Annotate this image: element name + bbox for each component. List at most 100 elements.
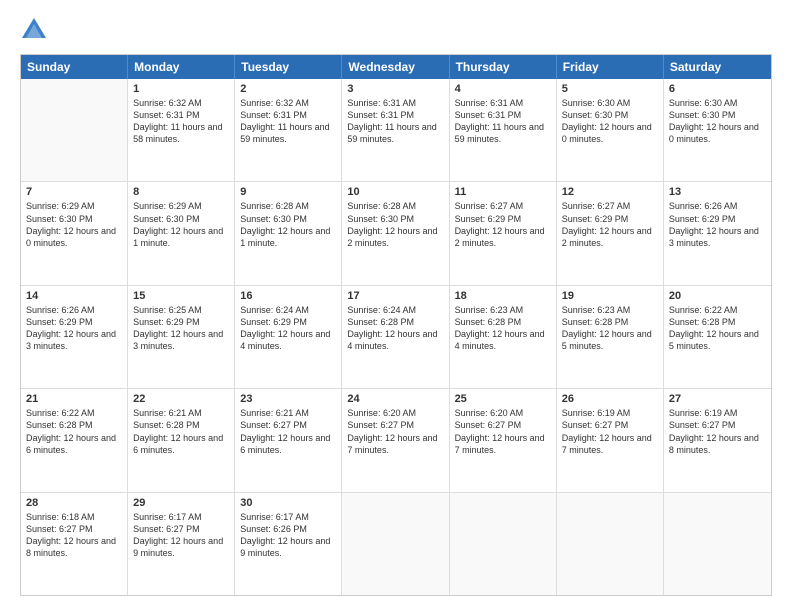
day-cell-7: 7 Sunrise: 6:29 AM Sunset: 6:30 PM Daylig…	[21, 182, 128, 284]
cell-info: Sunrise: 6:21 AM Sunset: 6:28 PM Dayligh…	[133, 407, 229, 456]
cell-info: Sunrise: 6:18 AM Sunset: 6:27 PM Dayligh…	[26, 511, 122, 560]
day-number: 5	[562, 83, 658, 95]
day-number: 10	[347, 186, 443, 198]
empty-cell	[664, 493, 771, 595]
day-cell-4: 4 Sunrise: 6:31 AM Sunset: 6:31 PM Daylig…	[450, 79, 557, 181]
cell-info: Sunrise: 6:22 AM Sunset: 6:28 PM Dayligh…	[669, 304, 766, 353]
cell-info: Sunrise: 6:20 AM Sunset: 6:27 PM Dayligh…	[347, 407, 443, 456]
cell-info: Sunrise: 6:19 AM Sunset: 6:27 PM Dayligh…	[562, 407, 658, 456]
cell-info: Sunrise: 6:27 AM Sunset: 6:29 PM Dayligh…	[455, 200, 551, 249]
cell-info: Sunrise: 6:24 AM Sunset: 6:29 PM Dayligh…	[240, 304, 336, 353]
day-cell-24: 24 Sunrise: 6:20 AM Sunset: 6:27 PM Dayli…	[342, 389, 449, 491]
header-day-sunday: Sunday	[21, 55, 128, 79]
day-number: 11	[455, 186, 551, 198]
empty-cell	[557, 493, 664, 595]
day-cell-13: 13 Sunrise: 6:26 AM Sunset: 6:29 PM Dayli…	[664, 182, 771, 284]
day-number: 18	[455, 290, 551, 302]
day-cell-20: 20 Sunrise: 6:22 AM Sunset: 6:28 PM Dayli…	[664, 286, 771, 388]
day-number: 20	[669, 290, 766, 302]
day-number: 26	[562, 393, 658, 405]
day-cell-1: 1 Sunrise: 6:32 AM Sunset: 6:31 PM Daylig…	[128, 79, 235, 181]
day-number: 7	[26, 186, 122, 198]
day-number: 6	[669, 83, 766, 95]
day-number: 2	[240, 83, 336, 95]
day-cell-25: 25 Sunrise: 6:20 AM Sunset: 6:27 PM Dayli…	[450, 389, 557, 491]
cell-info: Sunrise: 6:26 AM Sunset: 6:29 PM Dayligh…	[669, 200, 766, 249]
cell-info: Sunrise: 6:19 AM Sunset: 6:27 PM Dayligh…	[669, 407, 766, 456]
day-cell-15: 15 Sunrise: 6:25 AM Sunset: 6:29 PM Dayli…	[128, 286, 235, 388]
day-number: 4	[455, 83, 551, 95]
day-cell-12: 12Sunrise: 6:27 AM Sunset: 6:29 PM Dayli…	[557, 182, 664, 284]
cell-info: Sunrise: 6:28 AM Sunset: 6:30 PM Dayligh…	[347, 200, 443, 249]
cell-info: Sunrise: 6:29 AM Sunset: 6:30 PM Dayligh…	[133, 200, 229, 249]
day-cell-5: 5 Sunrise: 6:30 AM Sunset: 6:30 PM Daylig…	[557, 79, 664, 181]
day-cell-10: 10 Sunrise: 6:28 AM Sunset: 6:30 PM Dayli…	[342, 182, 449, 284]
day-number: 30	[240, 497, 336, 509]
cell-info: Sunrise: 6:21 AM Sunset: 6:27 PM Dayligh…	[240, 407, 336, 456]
cell-info: Sunrise: 6:31 AM Sunset: 6:31 PM Dayligh…	[455, 97, 551, 146]
day-number: 12	[562, 186, 658, 198]
empty-cell	[342, 493, 449, 595]
cell-info: Sunrise: 6:23 AM Sunset: 6:28 PM Dayligh…	[455, 304, 551, 353]
calendar: SundayMondayTuesdayWednesdayThursdayFrid…	[20, 54, 772, 596]
day-number: 21	[26, 393, 122, 405]
calendar-header: SundayMondayTuesdayWednesdayThursdayFrid…	[21, 55, 771, 79]
day-number: 24	[347, 393, 443, 405]
calendar-week-1: 1 Sunrise: 6:32 AM Sunset: 6:31 PM Daylig…	[21, 79, 771, 182]
day-cell-14: 14 Sunrise: 6:26 AM Sunset: 6:29 PM Dayli…	[21, 286, 128, 388]
day-cell-9: 9 Sunrise: 6:28 AM Sunset: 6:30 PM Daylig…	[235, 182, 342, 284]
day-number: 1	[133, 83, 229, 95]
header-day-saturday: Saturday	[664, 55, 771, 79]
day-cell-22: 22 Sunrise: 6:21 AM Sunset: 6:28 PM Dayli…	[128, 389, 235, 491]
day-number: 8	[133, 186, 229, 198]
calendar-week-3: 14 Sunrise: 6:26 AM Sunset: 6:29 PM Dayli…	[21, 286, 771, 389]
cell-info: Sunrise: 6:30 AM Sunset: 6:30 PM Dayligh…	[669, 97, 766, 146]
day-number: 9	[240, 186, 336, 198]
day-number: 13	[669, 186, 766, 198]
cell-info: Sunrise: 6:23 AM Sunset: 6:28 PM Dayligh…	[562, 304, 658, 353]
day-cell-29: 29Sunrise: 6:17 AM Sunset: 6:27 PM Dayli…	[128, 493, 235, 595]
calendar-week-2: 7 Sunrise: 6:29 AM Sunset: 6:30 PM Daylig…	[21, 182, 771, 285]
day-cell-19: 19 Sunrise: 6:23 AM Sunset: 6:28 PM Dayli…	[557, 286, 664, 388]
header-day-tuesday: Tuesday	[235, 55, 342, 79]
calendar-body: 1 Sunrise: 6:32 AM Sunset: 6:31 PM Daylig…	[21, 79, 771, 595]
empty-cell	[450, 493, 557, 595]
day-number: 22	[133, 393, 229, 405]
cell-info: Sunrise: 6:22 AM Sunset: 6:28 PM Dayligh…	[26, 407, 122, 456]
day-number: 17	[347, 290, 443, 302]
header	[20, 16, 772, 44]
cell-info: Sunrise: 6:30 AM Sunset: 6:30 PM Dayligh…	[562, 97, 658, 146]
day-cell-18: 18 Sunrise: 6:23 AM Sunset: 6:28 PM Dayli…	[450, 286, 557, 388]
day-number: 15	[133, 290, 229, 302]
logo-icon	[20, 16, 48, 44]
calendar-week-5: 28Sunrise: 6:18 AM Sunset: 6:27 PM Dayli…	[21, 493, 771, 595]
day-cell-2: 2 Sunrise: 6:32 AM Sunset: 6:31 PM Daylig…	[235, 79, 342, 181]
day-cell-23: 23Sunrise: 6:21 AM Sunset: 6:27 PM Dayli…	[235, 389, 342, 491]
header-day-friday: Friday	[557, 55, 664, 79]
day-number: 3	[347, 83, 443, 95]
cell-info: Sunrise: 6:32 AM Sunset: 6:31 PM Dayligh…	[240, 97, 336, 146]
cell-info: Sunrise: 6:26 AM Sunset: 6:29 PM Dayligh…	[26, 304, 122, 353]
day-number: 14	[26, 290, 122, 302]
cell-info: Sunrise: 6:32 AM Sunset: 6:31 PM Dayligh…	[133, 97, 229, 146]
header-day-monday: Monday	[128, 55, 235, 79]
day-number: 19	[562, 290, 658, 302]
day-cell-21: 21 Sunrise: 6:22 AM Sunset: 6:28 PM Dayli…	[21, 389, 128, 491]
cell-info: Sunrise: 6:24 AM Sunset: 6:28 PM Dayligh…	[347, 304, 443, 353]
empty-cell	[21, 79, 128, 181]
header-day-wednesday: Wednesday	[342, 55, 449, 79]
cell-info: Sunrise: 6:20 AM Sunset: 6:27 PM Dayligh…	[455, 407, 551, 456]
cell-info: Sunrise: 6:29 AM Sunset: 6:30 PM Dayligh…	[26, 200, 122, 249]
cell-info: Sunrise: 6:17 AM Sunset: 6:26 PM Dayligh…	[240, 511, 336, 560]
logo	[20, 16, 52, 44]
cell-info: Sunrise: 6:28 AM Sunset: 6:30 PM Dayligh…	[240, 200, 336, 249]
cell-info: Sunrise: 6:25 AM Sunset: 6:29 PM Dayligh…	[133, 304, 229, 353]
day-cell-8: 8 Sunrise: 6:29 AM Sunset: 6:30 PM Daylig…	[128, 182, 235, 284]
day-cell-26: 26 Sunrise: 6:19 AM Sunset: 6:27 PM Dayli…	[557, 389, 664, 491]
day-number: 16	[240, 290, 336, 302]
day-cell-16: 16 Sunrise: 6:24 AM Sunset: 6:29 PM Dayli…	[235, 286, 342, 388]
day-number: 25	[455, 393, 551, 405]
day-cell-27: 27Sunrise: 6:19 AM Sunset: 6:27 PM Dayli…	[664, 389, 771, 491]
day-cell-30: 30 Sunrise: 6:17 AM Sunset: 6:26 PM Dayli…	[235, 493, 342, 595]
page: SundayMondayTuesdayWednesdayThursdayFrid…	[0, 0, 792, 612]
